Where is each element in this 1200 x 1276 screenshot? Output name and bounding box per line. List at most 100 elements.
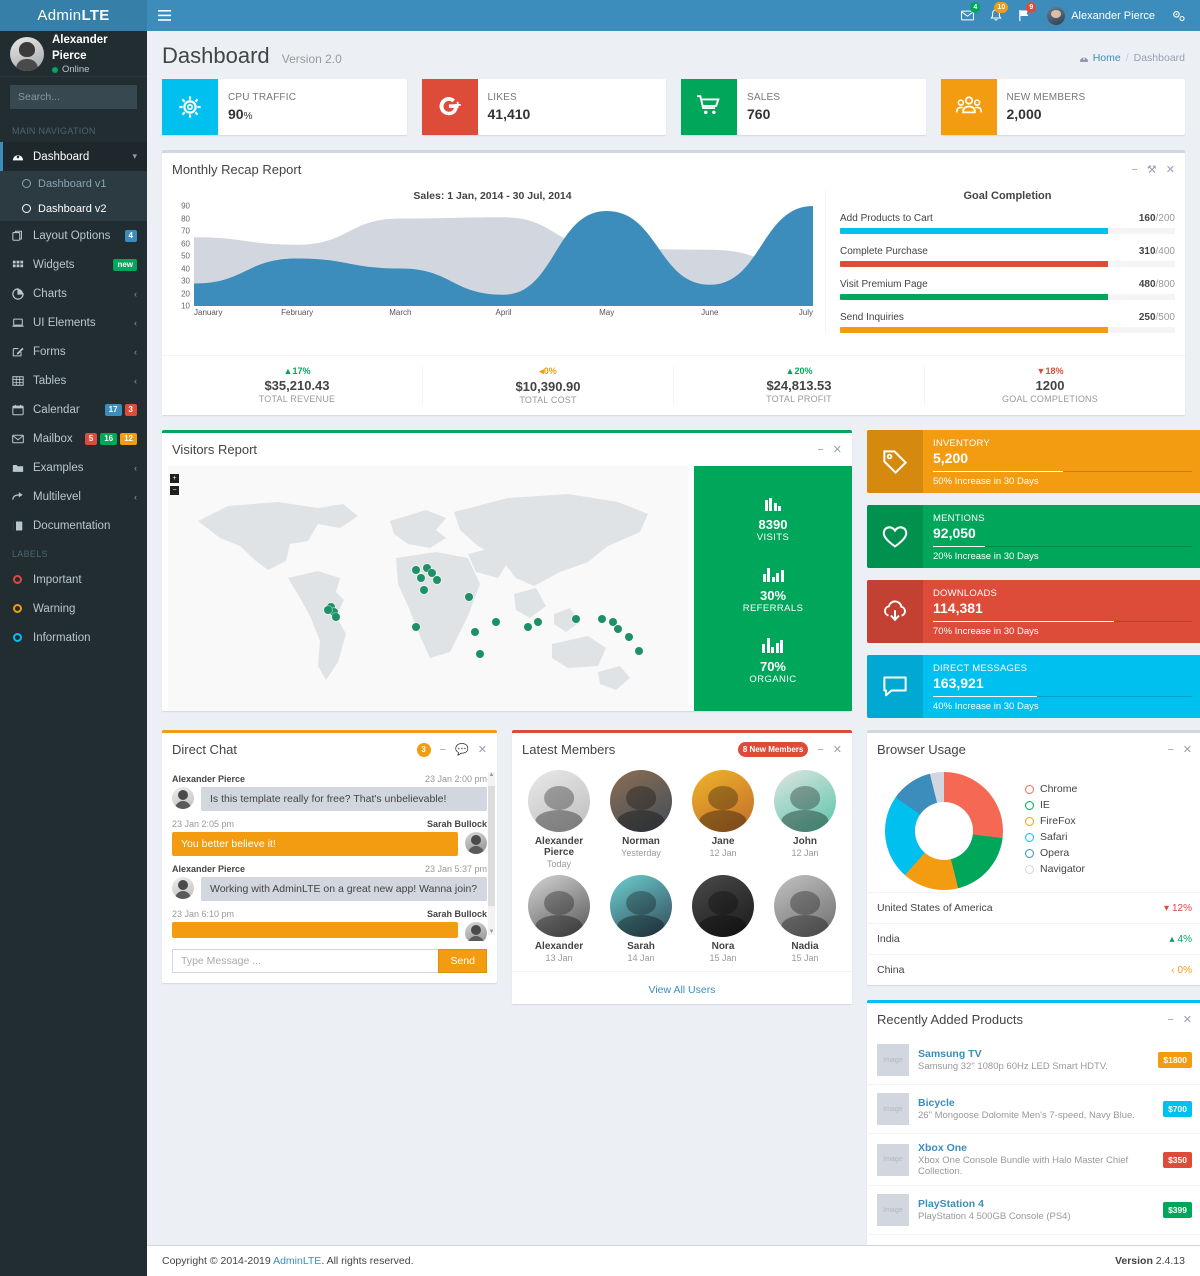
footer-brand-link[interactable]: AdminLTE [273, 1255, 321, 1267]
sidebar-item-layout-options[interactable]: Layout Options4 [0, 221, 147, 250]
legend-item-ie[interactable]: IE [1025, 799, 1085, 811]
comments-icon[interactable]: 💬 [455, 743, 469, 756]
sidebar-subitem-dashboard-v1[interactable]: Dashboard v1 [0, 171, 147, 196]
info-box-sales[interactable]: SALES 760 [681, 79, 926, 135]
sidebar-item-label: Tables [33, 375, 126, 387]
widget-mentions[interactable]: MENTIONS 92,050 20% Increase in 30 Days [867, 505, 1200, 568]
info-box-likes[interactable]: LIKES 41,410 [422, 79, 667, 135]
chevron-up-icon[interactable]: ▲ [488, 772, 495, 778]
sidebar-label-important[interactable]: Important [0, 565, 147, 594]
messages-menu[interactable]: 4 [953, 0, 982, 31]
map-zoom-in-button[interactable]: + [170, 474, 179, 483]
map-zoom-out-button[interactable]: − [170, 486, 179, 495]
map-marker[interactable] [625, 633, 633, 641]
map-marker[interactable] [412, 623, 420, 631]
recap-stat: ▼18% 1200 GOAL COMPLETIONS [925, 366, 1175, 405]
member-card[interactable]: John 12 Jan [766, 770, 844, 869]
sidebar-toggle-button[interactable] [147, 0, 181, 31]
sidebar-item-mailbox[interactable]: Mailbox51612 [0, 424, 147, 453]
goal-label: Complete Purchase [840, 246, 928, 257]
map-marker[interactable] [524, 623, 532, 631]
minus-icon[interactable]: − [440, 744, 446, 756]
close-icon[interactable]: ✕ [1183, 743, 1192, 756]
product-name[interactable]: Bicycle [918, 1097, 1154, 1109]
map-marker[interactable] [324, 606, 332, 614]
control-sidebar-toggle[interactable] [1164, 0, 1194, 31]
tasks-menu[interactable]: 9 [1010, 0, 1038, 31]
member-card[interactable]: Norman Yesterday [602, 770, 680, 869]
legend-item-navigator[interactable]: Navigator [1025, 863, 1085, 875]
product-name[interactable]: Samsung TV [918, 1048, 1149, 1060]
info-box-new-members[interactable]: NEW MEMBERS 2,000 [941, 79, 1186, 135]
app-logo[interactable]: AdminLTE [0, 0, 147, 31]
sidebar-item-dashboard[interactable]: Dashboard▾ [0, 142, 147, 171]
minus-icon[interactable]: − [817, 444, 823, 456]
chevron-down-icon[interactable]: ▼ [488, 929, 495, 935]
sidebar-label-information[interactable]: Information [0, 623, 147, 652]
member-card[interactable]: Nadia 15 Jan [766, 875, 844, 963]
product-item[interactable]: Image PlayStation 4 PlayStation 4 500GB … [867, 1186, 1200, 1234]
latest-members-footer: View All Users [512, 971, 852, 1004]
sidebar-item-documentation[interactable]: Documentation [0, 511, 147, 540]
product-item[interactable]: Image Samsung TV Samsung 32" 1080p 60Hz … [867, 1036, 1200, 1085]
minus-icon[interactable]: − [1131, 164, 1137, 176]
map-marker[interactable] [471, 628, 479, 636]
world-map[interactable]: + − [162, 466, 694, 711]
member-card[interactable]: Nora 15 Jan [684, 875, 762, 963]
send-button[interactable]: Send [438, 949, 487, 973]
product-item[interactable]: Image Bicycle 26" Mongoose Dolomite Men'… [867, 1085, 1200, 1134]
member-card[interactable]: Alexander Pierce Today [520, 770, 598, 869]
widget-inventory[interactable]: INVENTORY 5,200 50% Increase in 30 Days [867, 430, 1200, 493]
chat-scrollbar[interactable]: ▲ ▼ [488, 772, 495, 935]
sidebar-item-calendar[interactable]: Calendar173 [0, 395, 147, 424]
close-icon[interactable]: ✕ [1183, 1013, 1192, 1026]
breadcrumb-item-home[interactable]: Home [1079, 52, 1121, 64]
map-marker[interactable] [420, 586, 428, 594]
legend-item-firefox[interactable]: FireFox [1025, 815, 1085, 827]
map-marker[interactable] [492, 618, 500, 626]
sidebar-item-widgets[interactable]: Widgetsnew [0, 250, 147, 279]
monthly-recap-tools: − ⚒ ✕ [1131, 163, 1175, 176]
sidebar-item-tables[interactable]: Tables‹ [0, 366, 147, 395]
wrench-icon[interactable]: ⚒ [1147, 163, 1157, 176]
chat-message-input[interactable] [172, 949, 438, 973]
chat-scroll-thumb[interactable] [488, 786, 495, 906]
product-name[interactable]: Xbox One [918, 1142, 1154, 1154]
close-icon[interactable]: ✕ [833, 443, 842, 456]
view-all-users-link[interactable]: View All Users [649, 984, 716, 996]
chat-messages: Alexander Pierce 23 Jan 2:00 pm Is this … [162, 766, 497, 941]
close-icon[interactable]: ✕ [1166, 163, 1175, 176]
sidebar-item-forms[interactable]: Forms‹ [0, 337, 147, 366]
sidebar-item-multilevel[interactable]: Multilevel‹ [0, 482, 147, 511]
sidebar-item-charts[interactable]: Charts‹ [0, 279, 147, 308]
visitor-stat-number: 70% [749, 659, 796, 674]
sales-chart-title: Sales: 1 Jan, 2014 - 30 Jul, 2014 [172, 190, 813, 202]
legend-item-chrome[interactable]: Chrome [1025, 783, 1085, 795]
legend-item-opera[interactable]: Opera [1025, 847, 1085, 859]
widget-direct-messages[interactable]: DIRECT MESSAGES 163,921 40% Increase in … [867, 655, 1200, 718]
y-tick: 50 [181, 252, 190, 261]
close-icon[interactable]: ✕ [833, 743, 842, 756]
recent-products-title: Recently Added Products [877, 1012, 1023, 1027]
widget-downloads[interactable]: DOWNLOADS 114,381 70% Increase in 30 Day… [867, 580, 1200, 643]
product-name[interactable]: PlayStation 4 [918, 1198, 1154, 1210]
member-card[interactable]: Alexander 13 Jan [520, 875, 598, 963]
sidebar-item-examples[interactable]: Examples‹ [0, 453, 147, 482]
user-menu[interactable]: Alexander Pierce [1038, 7, 1164, 25]
chat-author: Alexander Pierce [172, 864, 245, 874]
minus-icon[interactable]: − [817, 744, 823, 756]
map-marker[interactable] [476, 650, 484, 658]
sidebar-item-ui-elements[interactable]: UI Elements‹ [0, 308, 147, 337]
member-card[interactable]: Sarah 14 Jan [602, 875, 680, 963]
minus-icon[interactable]: − [1167, 744, 1173, 756]
search-input[interactable] [11, 91, 147, 103]
sidebar-subitem-dashboard-v2[interactable]: Dashboard v2 [0, 196, 147, 221]
sidebar-label-warning[interactable]: Warning [0, 594, 147, 623]
product-item[interactable]: Image Xbox One Xbox One Console Bundle w… [867, 1134, 1200, 1186]
notifications-menu[interactable]: 10 [982, 0, 1010, 31]
info-box-cpu-traffic[interactable]: CPU TRAFFIC 90% [162, 79, 407, 135]
member-card[interactable]: Jane 12 Jan [684, 770, 762, 869]
close-icon[interactable]: ✕ [478, 743, 487, 756]
minus-icon[interactable]: − [1167, 1014, 1173, 1026]
legend-item-safari[interactable]: Safari [1025, 831, 1085, 843]
